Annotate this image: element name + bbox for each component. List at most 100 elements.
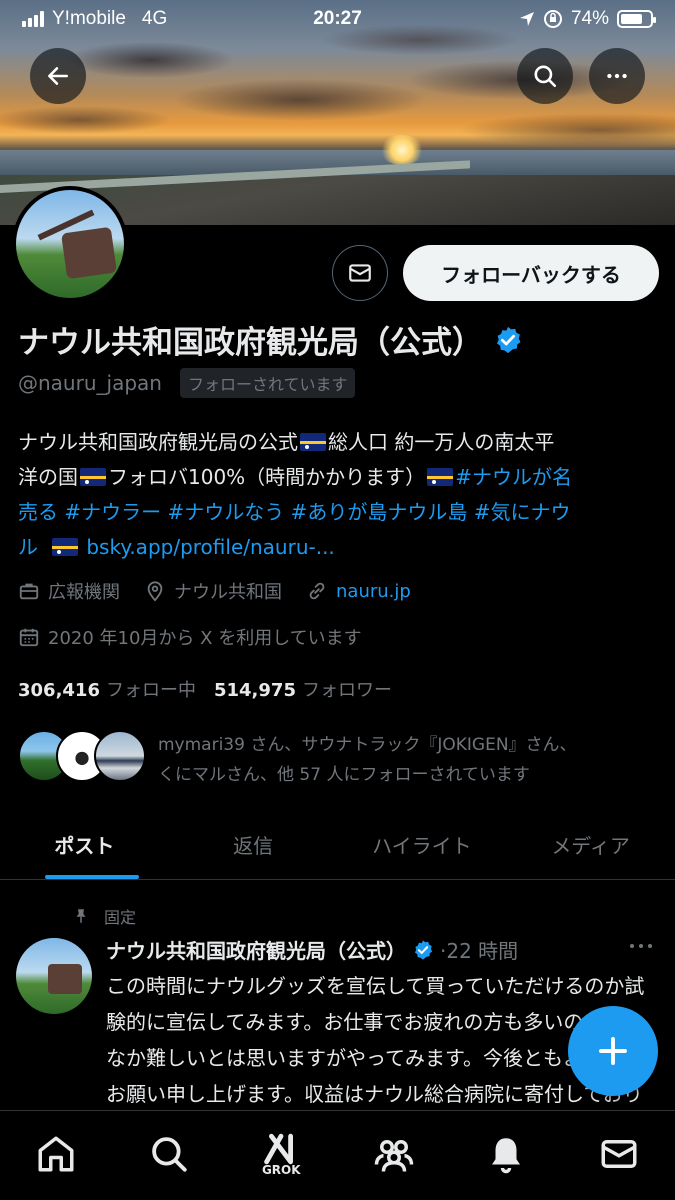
- home-icon: [38, 1136, 74, 1172]
- follow-back-button[interactable]: フォローバックする: [403, 245, 659, 301]
- hashtag-link[interactable]: #ありが島ナウル島: [291, 500, 468, 524]
- website-item[interactable]: nauru.jp: [306, 580, 411, 602]
- plus-icon: [599, 1037, 627, 1065]
- network-type: 4G: [141, 8, 168, 29]
- pinned-label: 固定: [104, 908, 137, 927]
- post-time[interactable]: ·22 時間: [440, 935, 518, 964]
- nav-communities[interactable]: [359, 1133, 429, 1175]
- tab-media[interactable]: メディア: [506, 810, 675, 879]
- bio-text: フォロバ100%（時間かかります）: [108, 465, 426, 489]
- nav-home[interactable]: [21, 1133, 91, 1175]
- tab-replies[interactable]: 返信: [169, 810, 338, 879]
- nav-messages[interactable]: [584, 1133, 654, 1175]
- search-button[interactable]: [517, 48, 573, 104]
- known-followers-line: mymari39 さん、サウナトラック『JOKIGEN』さん、: [158, 735, 577, 755]
- battery-fill: [621, 14, 642, 24]
- verified-badge-icon[interactable]: [493, 325, 523, 355]
- search-icon: [534, 65, 557, 88]
- website-link[interactable]: nauru.jp: [336, 581, 411, 602]
- profile-bio: ナウル共和国政府観光局の公式 総人口 約一万人の南太平 洋の国 フォロバ100%（時…: [18, 425, 658, 565]
- nauru-flag-icon: [52, 538, 79, 556]
- search-icon: [151, 1137, 187, 1172]
- joined-item: 2020 年10月から X を利用しています: [18, 624, 362, 650]
- hashtag-link[interactable]: #ナウルが名: [455, 465, 572, 489]
- more-icon: [630, 944, 652, 948]
- tab-highlights[interactable]: ハイライト: [338, 810, 507, 879]
- hashtag-link[interactable]: 売る: [18, 500, 58, 524]
- follow-stats: 306,416 フォロー中 514,975 フォロワー: [18, 676, 392, 702]
- following-stat[interactable]: 306,416 フォロー中: [18, 676, 196, 702]
- followers-label: フォロワー: [301, 680, 392, 701]
- communities-icon: [374, 1140, 413, 1172]
- follows-you-badge: フォローされています: [179, 368, 356, 398]
- following-label: フォロー中: [105, 680, 196, 701]
- status-bar: Y!mobile 4G 20:27 74%: [0, 0, 675, 38]
- briefcase-icon: [19, 583, 39, 600]
- link-icon: [309, 582, 325, 600]
- bio-text: 総人口 約一万人の南太平: [328, 430, 555, 454]
- nav-notifications[interactable]: [471, 1133, 541, 1175]
- following-count: 306,416: [18, 680, 100, 701]
- joined-text: 2020 年10月から X を利用しています: [48, 628, 362, 649]
- followers-count: 514,975: [213, 680, 296, 701]
- display-name-text: ナウル共和国政府観光局（公式）: [18, 325, 483, 361]
- carrier-name: Y!mobile: [52, 8, 126, 29]
- nauru-flag-icon: [427, 468, 454, 486]
- display-name: ナウル共和国政府観光局（公式）: [18, 317, 523, 362]
- tab-posts[interactable]: ポスト: [0, 810, 169, 879]
- nauru-flag-icon: [80, 468, 106, 486]
- more-icon: [607, 73, 627, 79]
- known-followers-avatars[interactable]: [18, 730, 146, 782]
- back-button[interactable]: [30, 48, 86, 104]
- more-options-button[interactable]: [589, 48, 645, 104]
- message-button[interactable]: [332, 245, 388, 301]
- known-followers-line: くにマルさん、他 57 人にフォローされています: [158, 765, 530, 785]
- handle: @nauru_japan: [18, 371, 162, 395]
- bottom-nav: GROK: [0, 1110, 675, 1200]
- joined-row: 2020 年10月から X を利用しています: [18, 624, 362, 650]
- orientation-lock-icon: [543, 10, 562, 28]
- handle-row: @nauru_japan フォローされています: [18, 368, 356, 398]
- grok-icon: [264, 1133, 294, 1165]
- grok-label: GROK: [261, 1163, 301, 1177]
- bio-text: ナウル共和国政府観光局の公式: [18, 430, 298, 454]
- envelope-icon: [349, 264, 371, 282]
- post-author-name[interactable]: ナウル共和国政府観光局（公式）: [106, 935, 406, 964]
- location-pin-icon: [147, 581, 163, 602]
- avatar: [94, 730, 146, 782]
- hashtag-link[interactable]: ル: [18, 535, 38, 559]
- category-item: 広報機関: [18, 578, 120, 604]
- nauru-flag-icon: [300, 433, 326, 451]
- notifications-icon: [492, 1138, 521, 1174]
- avatar-gun: [61, 226, 117, 280]
- profile-tabs: ポスト 返信 ハイライト メディア: [0, 810, 675, 880]
- hashtag-link[interactable]: #ナウルなう: [167, 500, 284, 524]
- bio-text: 洋の国: [18, 465, 78, 489]
- pinned-indicator: 固定: [72, 904, 136, 928]
- verified-badge-icon: [414, 939, 433, 960]
- location-text: ナウル共和国: [174, 582, 282, 603]
- known-followers-text[interactable]: mymari39 さん、サウナトラック『JOKIGEN』さん、 くにマルさん、他…: [158, 730, 658, 790]
- hashtag-link[interactable]: #ナウラー: [64, 500, 161, 524]
- location-arrow-icon: [519, 12, 534, 26]
- hashtag-link[interactable]: #気にナウ: [474, 500, 571, 524]
- pin-icon: [76, 909, 86, 923]
- compose-post-button[interactable]: [568, 1006, 658, 1096]
- followers-stat[interactable]: 514,975 フォロワー: [214, 676, 392, 702]
- battery-percent: 74%: [570, 8, 609, 29]
- signal-icon: [22, 11, 44, 27]
- messages-icon: [601, 1140, 637, 1168]
- nav-search[interactable]: [134, 1133, 204, 1175]
- post-author-avatar[interactable]: [16, 938, 92, 1014]
- post-header: ナウル共和国政府観光局（公式） ·22 時間: [106, 935, 518, 964]
- banner-sun: [380, 135, 424, 165]
- battery-icon: [617, 10, 656, 28]
- calendar-icon: [19, 628, 39, 647]
- location-item: ナウル共和国: [144, 578, 282, 604]
- bio-external-link[interactable]: bsky.app/profile/nauru-...: [86, 535, 334, 559]
- profile-meta: 広報機関 ナウル共和国 nauru.jp: [18, 578, 411, 604]
- avatar-gun: [48, 964, 82, 994]
- nav-grok[interactable]: GROK: [246, 1133, 316, 1177]
- post-more-button[interactable]: [626, 936, 656, 962]
- profile-avatar[interactable]: [12, 186, 128, 302]
